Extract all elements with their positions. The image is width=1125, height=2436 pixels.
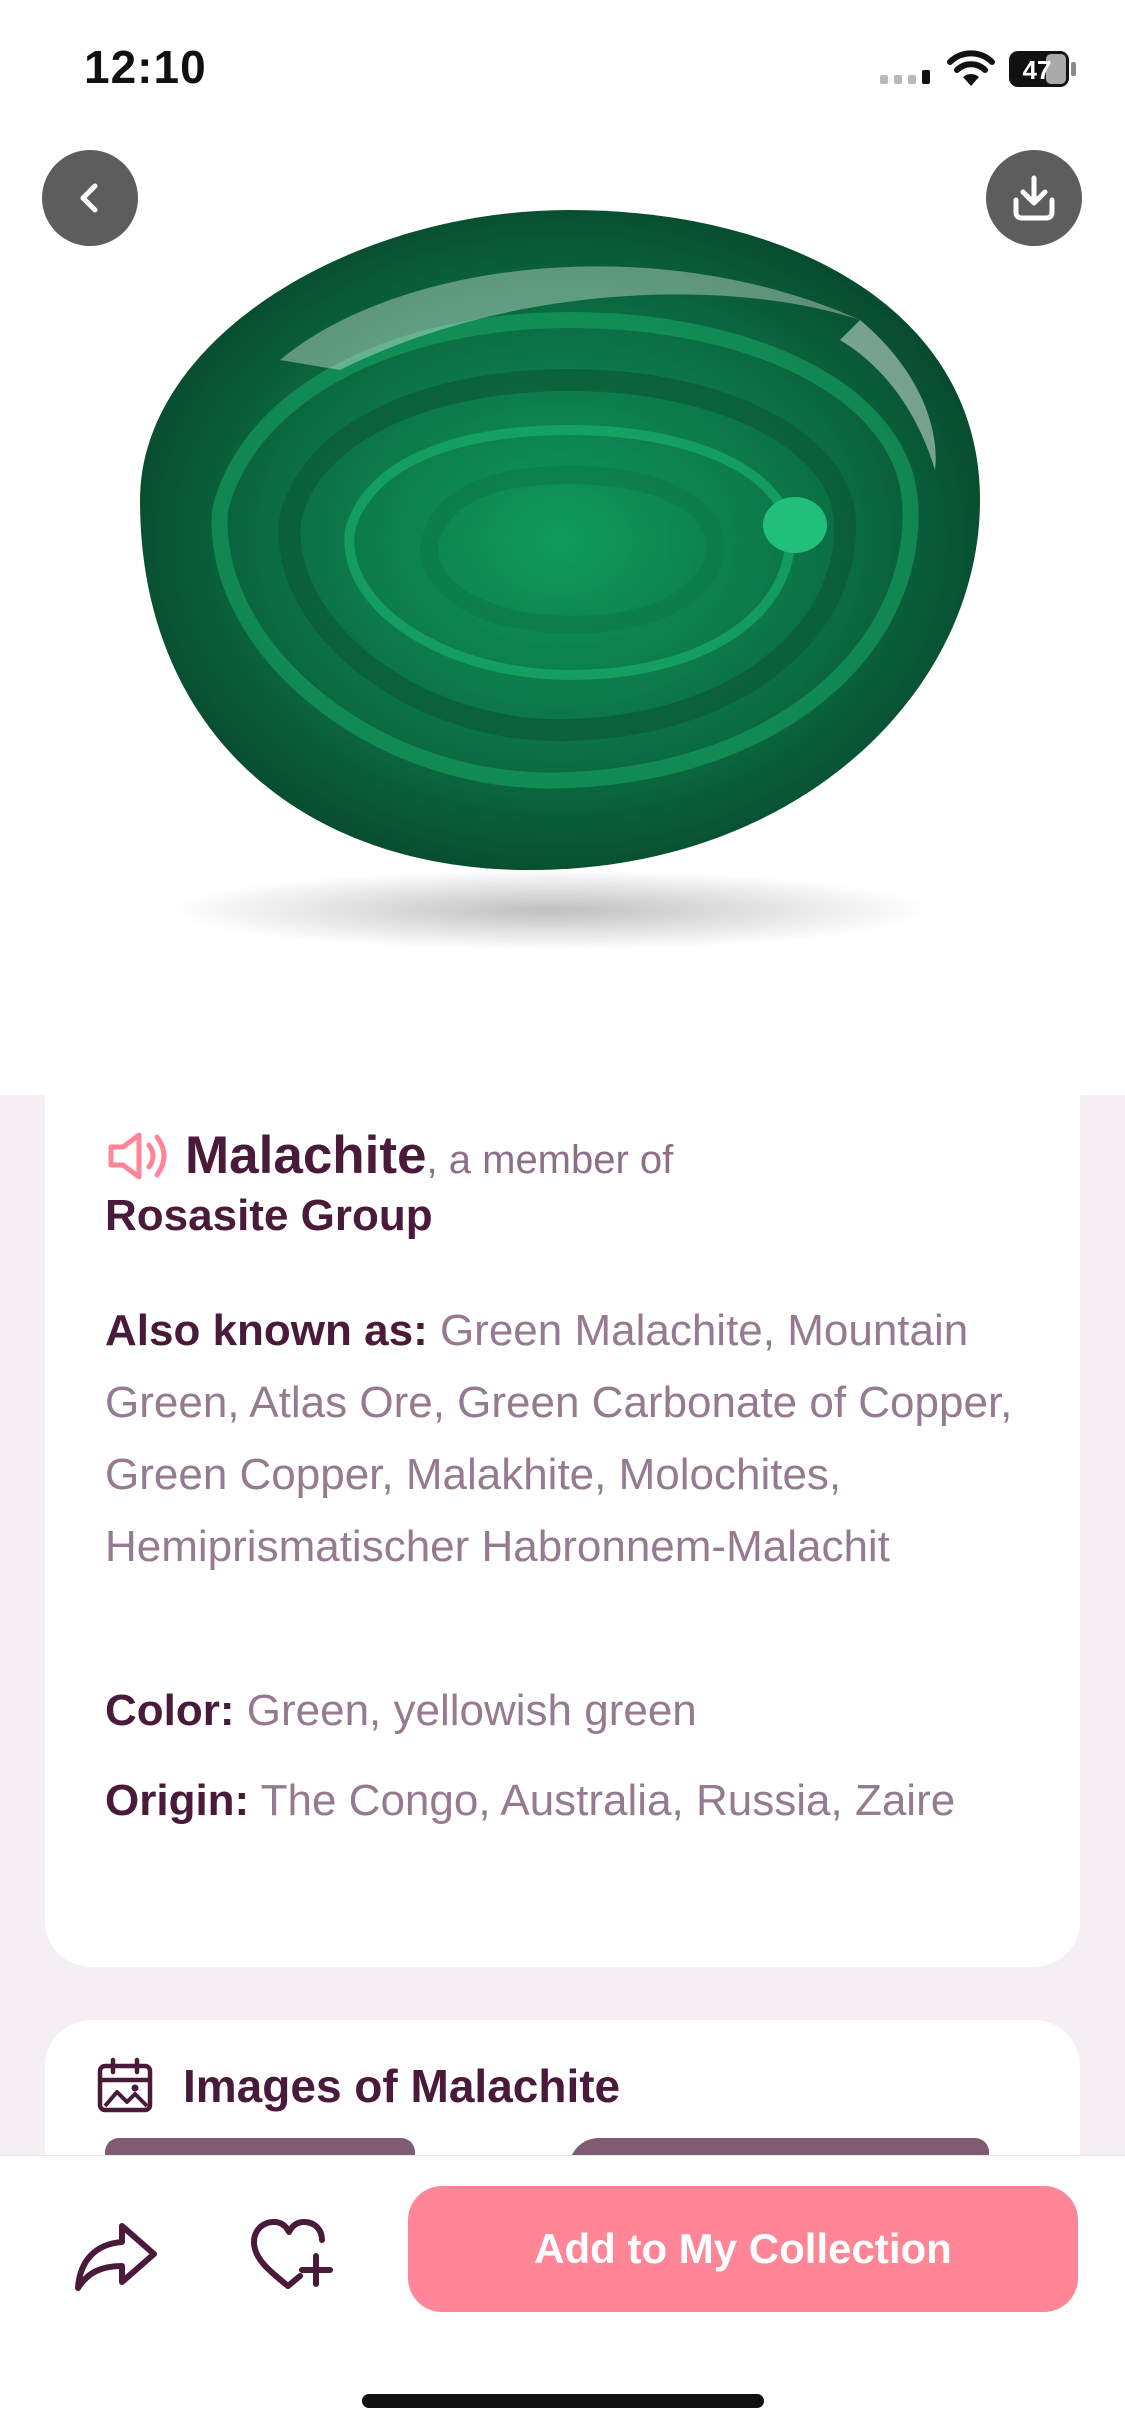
also-known-as-label: Also known as: xyxy=(105,1306,428,1355)
heart-plus-icon[interactable] xyxy=(248,2212,334,2298)
download-button[interactable] xyxy=(986,150,1082,246)
download-icon xyxy=(1013,175,1055,221)
status-time: 12:10 xyxy=(84,41,207,93)
color-row: Color: Green, yellowish green xyxy=(105,1675,1035,1747)
share-icon[interactable] xyxy=(72,2216,162,2296)
stone-group: Rosasite Group xyxy=(105,1191,433,1240)
stone-title: Malachite , a member of xyxy=(105,1125,673,1186)
member-of-text: , a member of xyxy=(426,1138,674,1182)
back-button[interactable] xyxy=(42,150,138,246)
origin-row: Origin: The Congo, Australia, Russia, Za… xyxy=(105,1765,1035,1837)
images-header: Images of Malachite xyxy=(95,2056,620,2116)
battery-level: 47 xyxy=(1023,55,1052,85)
add-to-collection-button[interactable]: Add to My Collection xyxy=(408,2186,1078,2312)
malachite-stone-image xyxy=(140,210,980,950)
speaker-icon[interactable] xyxy=(105,1129,171,1183)
color-value: Green, yellowish green xyxy=(246,1686,697,1735)
color-label: Color: xyxy=(105,1686,235,1735)
also-known-as: Also known as: Green Malachite, Mountain… xyxy=(105,1295,1035,1583)
origin-value: The Congo, Australia, Russia, Zaire xyxy=(260,1776,956,1825)
home-indicator xyxy=(362,2394,764,2408)
stone-info-card: Malachite , a member of Rosasite Group A… xyxy=(45,1095,1080,1967)
stone-name: Malachite xyxy=(185,1126,427,1185)
wifi-icon xyxy=(947,50,995,86)
chevron-left-icon xyxy=(80,183,98,213)
stone-detail-screen: 12:10 47 Malachite , a member of Rosasit… xyxy=(0,0,1125,2436)
calendar-image-icon xyxy=(97,2057,153,2113)
images-title: Images of Malachite xyxy=(183,2060,621,2112)
status-bar: 12:10 47 xyxy=(0,0,1125,140)
stone-image xyxy=(0,140,1125,1095)
cellular-signal-icon xyxy=(880,70,930,84)
origin-label: Origin: xyxy=(105,1776,250,1825)
battery-icon: 47 xyxy=(1009,51,1076,87)
